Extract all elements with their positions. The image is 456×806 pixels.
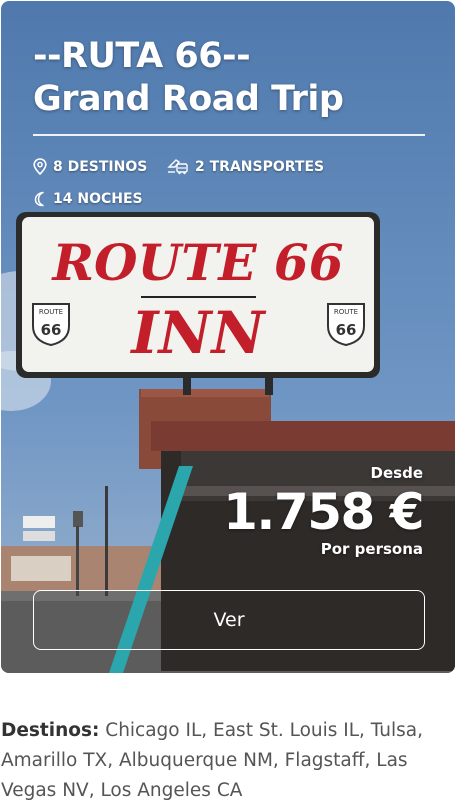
trip-title-line2: Grand Road Trip	[33, 79, 344, 119]
transport-icon	[167, 159, 188, 175]
svg-text:ROUTE: ROUTE	[334, 308, 358, 316]
title-divider	[33, 134, 425, 136]
destinos-description: Destinos: Chicago IL, East St. Louis IL,…	[1, 716, 441, 806]
moon-icon	[34, 191, 44, 207]
description-label: Destinos:	[1, 719, 100, 741]
noches-meta: 14 NOCHES	[33, 191, 143, 207]
route-shield-left-icon: ROUTE 66	[32, 303, 70, 347]
svg-text:66: 66	[41, 321, 62, 339]
trip-card[interactable]: ROUTE 66 INN ROUTE 66 ROUTE 66 --RUTA 66…	[1, 1, 455, 673]
trip-title-line1: --RUTA 66--	[33, 36, 251, 76]
ver-button[interactable]: Ver	[33, 590, 425, 650]
price-block: Desde 1.758 € Por persona	[223, 463, 424, 559]
destinos-meta: 8 DESTINOS	[33, 158, 147, 175]
svg-text:66: 66	[336, 321, 357, 339]
price-prefix: Desde	[370, 464, 423, 482]
trip-title: --RUTA 66-- Grand Road Trip	[33, 35, 344, 121]
destinos-count: 8 DESTINOS	[53, 158, 148, 175]
svg-text:ROUTE: ROUTE	[39, 308, 63, 316]
price-suffix: Por persona	[320, 540, 423, 558]
price-value: 1.758 €	[223, 483, 424, 541]
map-pin-icon	[33, 158, 47, 175]
transportes-meta: 2 TRANSPORTES	[167, 158, 324, 175]
sign-top-text: ROUTE 66	[50, 233, 343, 292]
noches-count: 14 NOCHES	[53, 191, 143, 207]
transportes-count: 2 TRANSPORTES	[195, 158, 325, 175]
route-shield-right-icon: ROUTE 66	[327, 303, 365, 347]
sign-bottom-text: INN	[129, 299, 266, 367]
